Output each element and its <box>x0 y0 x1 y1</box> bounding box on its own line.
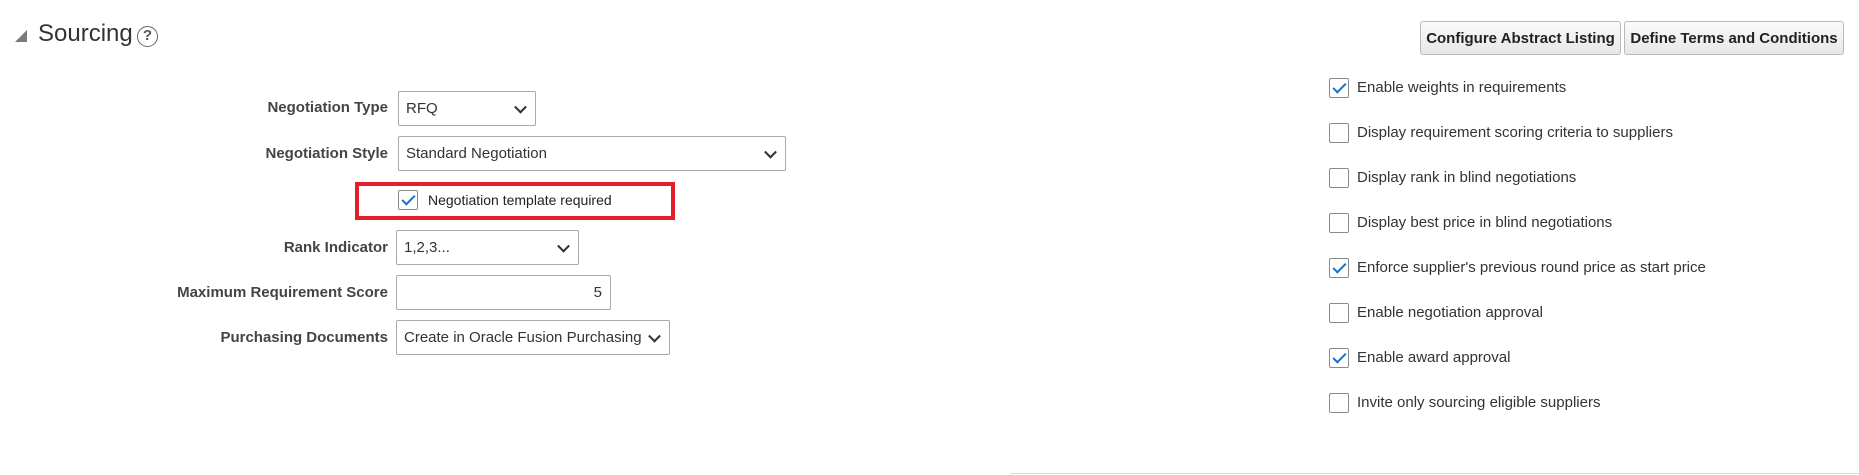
option-label: Enable negotiation approval <box>1357 304 1543 321</box>
template-required-checkbox[interactable] <box>398 190 418 210</box>
negotiation-style-select[interactable]: Standard Negotiation <box>398 136 786 171</box>
negotiation-type-value: RFQ <box>406 100 438 117</box>
option-checkbox-enable-negotiation-approval[interactable] <box>1329 303 1349 323</box>
option-label: Display requirement scoring criteria to … <box>1357 124 1673 141</box>
negotiation-style-label: Negotiation Style <box>265 145 388 162</box>
max-requirement-score-input[interactable]: 5 <box>396 275 611 310</box>
rank-indicator-select[interactable]: 1,2,3... <box>396 230 579 265</box>
negotiation-type-label: Negotiation Type <box>267 99 388 116</box>
purchasing-documents-value: Create in Oracle Fusion Purchasing <box>404 329 642 346</box>
chevron-down-icon <box>648 329 661 343</box>
rank-indicator-value: 1,2,3... <box>404 239 450 256</box>
option-checkbox-enforce-previous-round-price[interactable] <box>1329 258 1349 278</box>
option-label: Invite only sourcing eligible suppliers <box>1357 394 1601 411</box>
section-title: Sourcing <box>38 20 133 47</box>
option-checkbox-invite-eligible-suppliers[interactable] <box>1329 393 1349 413</box>
option-label: Enforce supplier's previous round price … <box>1357 259 1706 276</box>
help-icon[interactable]: ? <box>137 26 158 47</box>
negotiation-type-select[interactable]: RFQ <box>398 91 536 126</box>
option-checkbox-enable-weights[interactable] <box>1329 78 1349 98</box>
divider <box>1010 473 1859 474</box>
option-label: Display best price in blind negotiations <box>1357 214 1613 231</box>
define-terms-and-conditions-button[interactable]: Define Terms and Conditions <box>1624 21 1844 55</box>
option-checkbox-display-best-price-blind[interactable] <box>1329 213 1349 233</box>
template-required-label: Negotiation template required <box>428 192 612 208</box>
rank-indicator-label: Rank Indicator <box>283 239 388 256</box>
chevron-down-icon <box>514 100 527 114</box>
option-checkbox-display-rank-blind[interactable] <box>1329 168 1349 188</box>
chevron-down-icon <box>764 145 777 159</box>
option-checkbox-display-scoring-criteria[interactable] <box>1329 123 1349 143</box>
chevron-down-icon <box>557 239 570 253</box>
purchasing-documents-select[interactable]: Create in Oracle Fusion Purchasing <box>396 320 670 355</box>
option-label: Enable award approval <box>1357 349 1511 366</box>
option-label: Enable weights in requirements <box>1357 79 1567 96</box>
purchasing-documents-label: Purchasing Documents <box>220 329 388 346</box>
option-label: Display rank in blind negotiations <box>1357 169 1577 186</box>
collapse-triangle-icon[interactable] <box>15 30 27 42</box>
negotiation-style-value: Standard Negotiation <box>406 145 547 162</box>
max-requirement-score-label: Maximum Requirement Score <box>177 284 388 301</box>
max-requirement-score-value: 5 <box>593 284 602 301</box>
configure-abstract-listing-button[interactable]: Configure Abstract Listing <box>1420 21 1621 55</box>
option-checkbox-enable-award-approval[interactable] <box>1329 348 1349 368</box>
